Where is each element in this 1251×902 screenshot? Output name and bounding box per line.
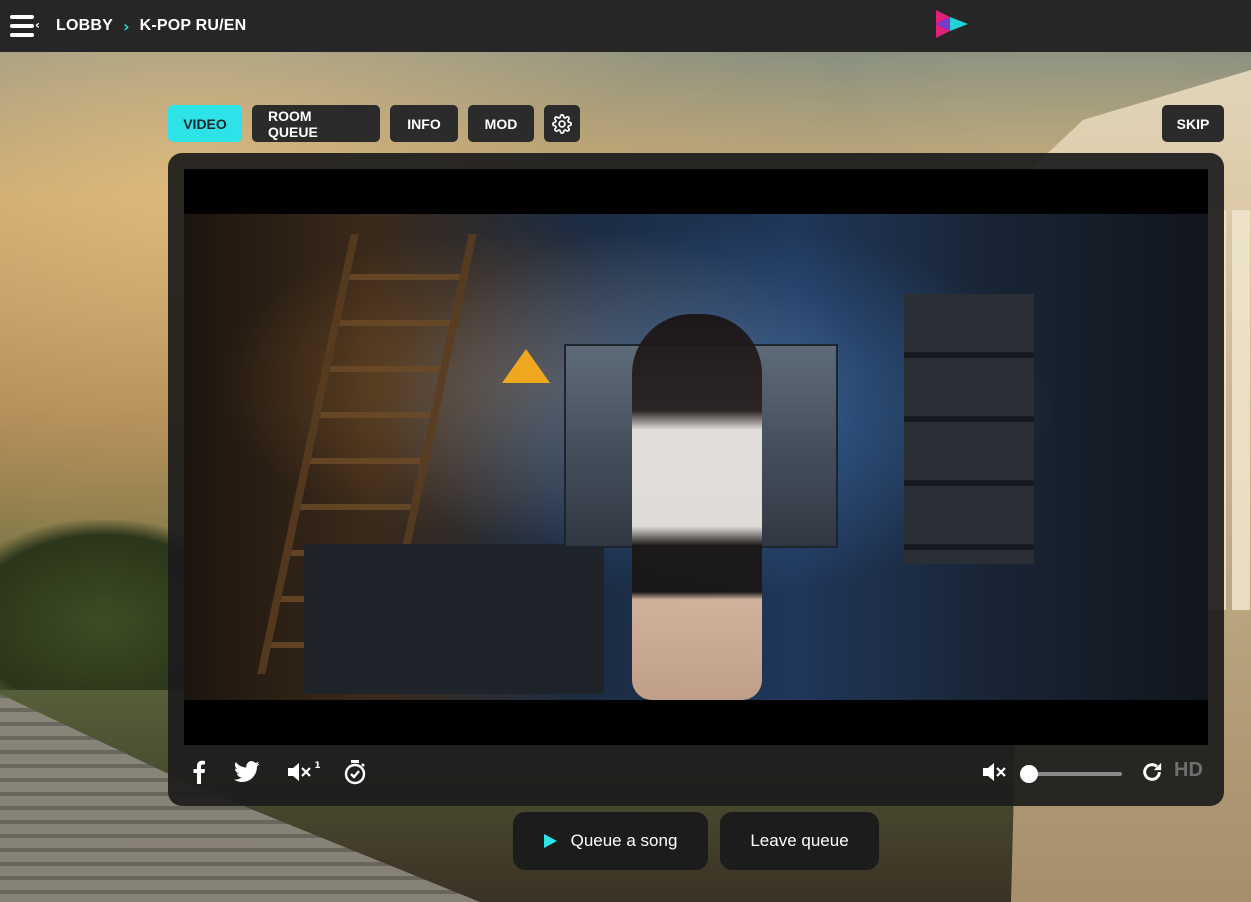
video-player: 1 HD [168,153,1224,806]
facebook-icon [193,760,205,784]
volume-slider-handle[interactable] [1020,765,1038,783]
mute-one-button[interactable]: 1 [286,757,322,787]
top-bar: ‹ LOBBY › K-POP RU/EN [0,0,1251,52]
tab-room-queue[interactable]: ROOM QUEUE [252,105,380,142]
brand-logo[interactable] [934,8,970,40]
breadcrumb-lobby[interactable]: LOBBY [56,17,113,35]
gear-icon [552,113,572,134]
player-controls: 1 HD [184,757,1208,793]
background-column [1232,210,1250,610]
tab-info[interactable]: INFO [390,105,458,142]
player-tabs: VIDEO ROOM QUEUE INFO MOD [168,105,580,142]
share-twitter-button[interactable] [232,757,262,787]
leave-queue-button[interactable]: Leave queue [720,812,879,870]
video-scene-performer [632,314,762,700]
mute-one-icon: 1 [287,761,321,783]
video-scene-lamp [502,349,550,383]
menu-toggle-button[interactable]: ‹ [10,13,44,39]
video-frame [184,214,1208,700]
twitter-icon [234,761,260,782]
tab-mod[interactable]: MOD [468,105,534,142]
skip-button[interactable]: SKIP [1162,105,1224,142]
hd-toggle[interactable]: HD [1174,759,1203,782]
settings-button[interactable] [544,105,580,142]
refresh-button[interactable] [1137,757,1167,787]
mute-badge: 1 [314,761,321,771]
timer-button[interactable] [340,757,370,787]
volume-slider[interactable] [1020,765,1122,783]
queue-song-label: Queue a song [570,831,678,850]
video-scene-shelf [904,294,1034,564]
timer-icon [344,760,366,785]
queue-song-button[interactable]: Queue a song [513,812,708,870]
share-facebook-button[interactable] [184,757,214,787]
volume-mute-button[interactable] [980,757,1010,787]
refresh-icon [1143,762,1162,781]
leave-queue-label: Leave queue [750,831,849,850]
video-scene-desk [304,544,604,694]
play-icon [543,834,557,848]
mute-icon [983,763,1006,781]
breadcrumb-current-room: K-POP RU/EN [139,17,247,34]
tab-video[interactable]: VIDEO [168,105,242,142]
video-viewport[interactable] [184,169,1208,745]
chevron-right-icon: › [123,16,130,36]
